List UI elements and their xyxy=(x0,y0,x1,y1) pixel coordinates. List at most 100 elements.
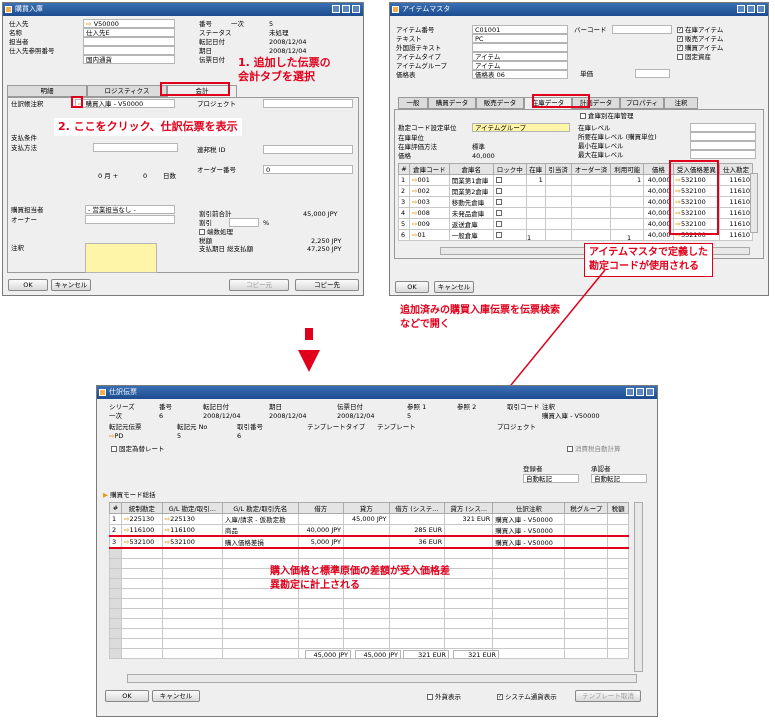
journal-cell: ⇨225130 xyxy=(121,513,163,525)
empty-cell xyxy=(564,607,609,619)
journal-cell: 40,000 JPY xyxy=(297,524,345,537)
empty-cell xyxy=(161,637,223,649)
cancel-button[interactable]: キャンセル xyxy=(152,690,200,702)
auto-tax-checkbox[interactable] xyxy=(567,446,573,452)
header2-text: 6 xyxy=(237,432,242,440)
empty-cell xyxy=(564,637,609,649)
cell-text: 購買入庫 - V50000 xyxy=(495,527,553,535)
foreign-currency-checkbox[interactable] xyxy=(427,694,433,700)
journal-header2-label: プロジェクト xyxy=(497,423,536,431)
journal-horizontal-scrollbar[interactable] xyxy=(127,674,637,683)
cell-text: 36 EUR xyxy=(418,538,443,546)
cell-text: 116100 xyxy=(129,526,155,534)
empty-row xyxy=(108,597,629,609)
empty-cell xyxy=(607,617,629,629)
empty-cell xyxy=(161,617,223,629)
template-cancel-button[interactable]: テンプレート取消 xyxy=(575,690,641,702)
empty-cell xyxy=(121,577,163,589)
journal-header-value: 2008/12/04 xyxy=(269,412,307,420)
empty-cell xyxy=(388,617,446,629)
journal-cell: ⇨116100 xyxy=(161,524,223,537)
empty-cell xyxy=(607,637,629,649)
cell-text: 購買入庫 - V50000 xyxy=(495,539,553,547)
auto-tax-check: 消費税自動計算 xyxy=(567,444,621,454)
empty-cell xyxy=(221,647,299,659)
empty-row xyxy=(108,617,629,629)
empty-cell xyxy=(343,597,390,609)
journal-vertical-scrollbar[interactable] xyxy=(634,502,643,672)
journal-row[interactable]: 2 ⇨116100 ⇨116100 商品 40,000 JPY 285 EUR 購買入庫 -… xyxy=(108,524,629,537)
empty-cell xyxy=(221,607,299,619)
column-header: 仕訳注釈 xyxy=(492,502,566,514)
minimize-button[interactable] xyxy=(626,388,634,396)
window-icon xyxy=(99,389,106,396)
cell-text: 225130 xyxy=(129,515,155,523)
journal-row[interactable]: 1 ⇨225130 ⇨225130 入庫/請求 - 仮勘定勘 45,000 JPY 321… xyxy=(108,513,629,525)
journal-cell: ⇨532100 xyxy=(161,535,223,549)
journal-header2-label: テンプレート xyxy=(377,423,416,431)
empty-row xyxy=(108,627,629,639)
close-button[interactable] xyxy=(646,388,654,396)
journal-cell xyxy=(444,524,494,537)
cell-text: 2 xyxy=(112,526,117,534)
empty-cell xyxy=(388,607,446,619)
system-currency-check: ✓ システム通貨表示 xyxy=(497,693,557,701)
empty-cell xyxy=(108,647,123,659)
empty-cell xyxy=(108,567,123,579)
empty-cell xyxy=(607,567,629,579)
journal-header-label: 参照 2 xyxy=(457,403,477,411)
journal-cell: 購買入庫 - V50000 xyxy=(492,513,566,525)
empty-cell xyxy=(607,647,629,659)
journal-header-value: 5 xyxy=(407,412,412,420)
empty-cell xyxy=(161,587,223,599)
empty-cell xyxy=(121,557,163,569)
journal-cell: 5,000 JPY xyxy=(297,535,345,549)
empty-cell xyxy=(564,587,609,599)
journal-header2-label: テンプレートタイプ xyxy=(307,423,366,431)
journal-cell: 入庫/請求 - 仮勘定勘 xyxy=(221,513,299,525)
empty-cell xyxy=(444,597,494,609)
cell-text: 116100 xyxy=(170,526,195,534)
empty-cell xyxy=(343,547,390,559)
empty-cell xyxy=(564,577,609,589)
empty-cell xyxy=(121,567,163,579)
maximize-button[interactable] xyxy=(636,388,644,396)
empty-cell xyxy=(108,557,123,569)
cell-text: 1 xyxy=(112,515,117,523)
empty-cell xyxy=(108,637,123,649)
journal-cell: 商品 xyxy=(221,524,299,537)
fixed-rate-checkbox[interactable] xyxy=(111,446,117,452)
empty-cell xyxy=(564,617,609,629)
journal-cell: ⇨532100 xyxy=(121,535,163,549)
empty-cell xyxy=(161,557,223,569)
empty-cell xyxy=(444,637,494,649)
column-header: 統制勘定 xyxy=(121,502,163,514)
system-currency-checkbox[interactable]: ✓ xyxy=(497,694,503,700)
journal-total: 321 EUR xyxy=(403,650,449,659)
empty-cell xyxy=(564,547,609,559)
empty-cell xyxy=(564,597,609,609)
ok-button[interactable]: OK xyxy=(105,690,149,702)
empty-cell xyxy=(121,617,163,629)
cell-text: 532100 xyxy=(129,538,155,546)
header2-text: PD xyxy=(114,432,124,440)
cell-text: 5,000 JPY xyxy=(310,538,342,546)
empty-cell xyxy=(297,617,345,629)
empty-cell xyxy=(121,637,163,649)
empty-cell xyxy=(297,627,345,639)
journal-cell xyxy=(297,513,345,525)
cell-text: 購買入庫 - V50000 xyxy=(495,516,553,524)
empty-cell xyxy=(297,637,345,649)
empty-cell xyxy=(297,607,345,619)
expand-icon[interactable]: ▶ xyxy=(103,491,108,499)
empty-cell xyxy=(444,627,494,639)
empty-cell xyxy=(564,557,609,569)
journal-cell xyxy=(564,524,609,537)
journal-row[interactable]: 3 ⇨532100 ⇨532100 購入価格差損 5,000 JPY 36 EUR 購買入庫… xyxy=(108,535,629,549)
journal-cell xyxy=(564,535,609,549)
created-by-value: 自動転記 xyxy=(523,474,579,483)
foreign-currency-check: 外貨表示 xyxy=(427,692,461,702)
column-header: 貸方 (シス... xyxy=(444,502,494,514)
empty-cell xyxy=(121,627,163,639)
empty-cell xyxy=(492,597,566,609)
